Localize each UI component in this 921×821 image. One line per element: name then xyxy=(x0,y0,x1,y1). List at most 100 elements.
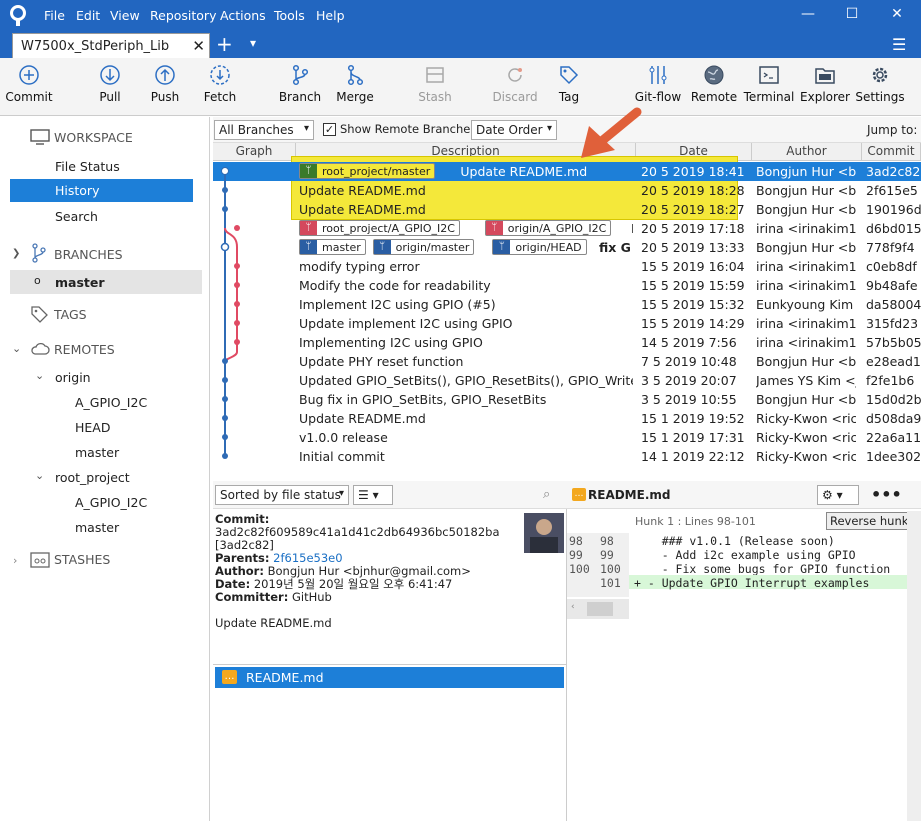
sidebar-item-file-status[interactable]: File Status xyxy=(55,159,120,174)
order-select[interactable]: Date Order ▾ xyxy=(471,120,557,140)
commit-author: Eunkyoung Kim < xyxy=(756,297,856,312)
column-author[interactable]: Author xyxy=(752,143,862,161)
table-row[interactable]: modify typing error 15 5 2019 16:04 irina … xyxy=(213,257,921,276)
tag-button[interactable]: Tag xyxy=(534,64,604,104)
menu-repository[interactable]: Repository xyxy=(150,8,216,23)
sort-select[interactable]: Sorted by file status ▾ xyxy=(215,485,349,505)
menu-file[interactable]: File xyxy=(44,8,65,23)
chevron-down-icon[interactable]: ⌄ xyxy=(35,469,44,482)
remote-branch-item[interactable]: master xyxy=(75,445,119,460)
chevron-down-icon: ▾ xyxy=(338,488,344,499)
merge-button[interactable]: Merge xyxy=(320,64,390,104)
table-row[interactable]: ᛘ master ᛘ origin/master ᛘ origin/HEAD fix G 20… xyxy=(213,238,921,257)
view-mode-select[interactable]: ☰ ▾ xyxy=(353,485,393,505)
table-row[interactable]: v1.0.0 release 15 1 2019 17:31 Ricky-Kwon … xyxy=(213,428,921,447)
diff-line[interactable]: 100 100 - Fix some bugs for GPIO function xyxy=(567,561,907,576)
menu-tools[interactable]: Tools xyxy=(274,8,305,23)
branch-label[interactable]: ᛘ origin/HEAD xyxy=(492,239,587,255)
workspace-header[interactable]: WORKSPACE xyxy=(54,130,133,145)
show-remote-checkbox[interactable]: ✓ xyxy=(323,123,336,136)
remote-branch-item[interactable]: HEAD xyxy=(75,420,110,435)
commit-button[interactable]: Commit xyxy=(0,64,64,104)
menu-actions[interactable]: Actions xyxy=(220,8,266,23)
branch-label[interactable]: ᛘ master xyxy=(299,239,366,255)
stash-button[interactable]: Stash xyxy=(400,64,470,104)
search-icon[interactable]: ⌕ xyxy=(543,487,550,502)
stashes-header[interactable]: STASHES xyxy=(54,552,110,567)
commit-date: 15 5 2019 15:59 xyxy=(641,278,745,293)
column-commit[interactable]: Commit xyxy=(862,143,921,161)
table-row[interactable]: Update PHY reset function 7 5 2019 10:48 B… xyxy=(213,352,921,371)
old-line-number: 100 xyxy=(569,562,590,576)
diff-vscroll[interactable] xyxy=(907,511,921,821)
commit-author: Bongjun Hur <bjn xyxy=(756,164,856,179)
table-row[interactable]: Initial commit 14 1 2019 22:12 Ricky-Kwon … xyxy=(213,447,921,466)
branch-label[interactable]: ᛘ origin/master xyxy=(372,239,475,255)
commit-description: fix G xyxy=(599,240,631,255)
diff-line[interactable]: 101 + - Update GPIO Interrupt examples xyxy=(567,575,907,590)
diff-file-name: README.md xyxy=(588,488,671,502)
table-row[interactable]: Implementing I2C using GPIO 14 5 2019 7:5… xyxy=(213,333,921,352)
diff-options-select[interactable]: ⚙ ▾ xyxy=(817,485,859,505)
merge-icon xyxy=(347,64,364,86)
menu-view[interactable]: View xyxy=(110,8,140,23)
branches-header[interactable]: BRANCHES xyxy=(54,247,123,262)
reverse-hunk-button[interactable]: Reverse hunk xyxy=(826,512,913,530)
table-row[interactable]: Update implement I2C using GPIO 15 5 2019… xyxy=(213,314,921,333)
menu-help[interactable]: Help xyxy=(316,8,345,23)
fetch-button[interactable]: Fetch xyxy=(185,64,255,104)
diff-line[interactable]: 98 98 ### v1.0.1 (Release soon) xyxy=(567,533,907,548)
table-row[interactable]: Update README.md 20 5 2019 18:27 Bongjun H… xyxy=(213,200,921,219)
branch-filter-select[interactable]: All Branches ▾ xyxy=(214,120,314,140)
sidebar-item-history[interactable]: History xyxy=(10,179,193,202)
branch-label[interactable]: ᛘ root_project/A_GPIO_I2C xyxy=(299,220,460,236)
table-row[interactable]: Updated GPIO_SetBits(), GPIO_ResetBits()… xyxy=(213,371,921,390)
annotation-arrow-icon xyxy=(581,107,642,158)
remote-branch-item[interactable]: master xyxy=(75,520,119,535)
more-icon[interactable]: ••• xyxy=(871,485,902,504)
sidebar-item-master[interactable]: o master xyxy=(10,270,202,294)
remotes-header[interactable]: REMOTES xyxy=(54,342,115,357)
close-tab-icon[interactable]: ✕ xyxy=(192,37,205,55)
diff-line[interactable]: 99 99 - Add i2c example using GPIO xyxy=(567,547,907,562)
table-row[interactable]: Update README.md 15 1 2019 19:52 Ricky-Kwo… xyxy=(213,409,921,428)
table-row[interactable]: Implement I2C using GPIO (#5) 15 5 2019 1… xyxy=(213,295,921,314)
settings-button[interactable]: Settings xyxy=(845,64,915,104)
chevron-down-icon[interactable]: ⌄ xyxy=(12,342,21,355)
column-graph[interactable]: Graph xyxy=(213,143,296,161)
tags-header[interactable]: TAGS xyxy=(54,307,87,322)
commit-author: Ricky-Kwon <ricky xyxy=(756,449,856,464)
commit-description: Update PHY reset function xyxy=(299,354,464,369)
remote-branch-item[interactable]: A_GPIO_I2C xyxy=(75,395,147,410)
chevron-down-icon[interactable]: ❯ xyxy=(12,248,20,259)
close-window-icon[interactable]: ✕ xyxy=(887,6,907,22)
cloud-icon xyxy=(31,342,50,355)
menu-edit[interactable]: Edit xyxy=(76,8,100,23)
sidebar-item-search[interactable]: Search xyxy=(55,209,98,224)
parent-hash-link[interactable]: 2f615e53e0 xyxy=(273,551,342,565)
tab-dropdown-icon[interactable]: ▾ xyxy=(250,36,256,50)
diff-hscroll[interactable]: ‹ xyxy=(567,599,629,619)
table-row[interactable]: Update README.md 20 5 2019 18:28 Bongjun H… xyxy=(213,181,921,200)
old-line-number: 98 xyxy=(569,534,583,548)
remote-root-project[interactable]: root_project xyxy=(55,470,130,485)
diff-panel: … README.md ⚙ ▾ ••• Hunk 1 : Lines 98-10… xyxy=(567,481,921,821)
maximize-icon[interactable]: ☐ xyxy=(842,6,862,22)
table-row[interactable]: Modify the code for readability 15 5 2019… xyxy=(213,276,921,295)
chevron-down-icon[interactable]: ⌄ xyxy=(35,369,44,382)
table-row[interactable]: Bug fix in GPIO_SetBits, GPIO_ResetBits 3… xyxy=(213,390,921,409)
remote-branch-item[interactable]: A_GPIO_I2C xyxy=(75,495,147,510)
table-row[interactable]: ᛘ root_project/A_GPIO_I2C ᛘ origin/A_GPIO_I… xyxy=(213,219,921,238)
hamburger-menu-icon[interactable]: ☰ xyxy=(892,35,906,54)
repo-tab[interactable]: W7500x_StdPeriph_Lib ✕ xyxy=(12,33,210,59)
branch-label[interactable]: ᛘ root_project/master xyxy=(299,163,436,179)
monitor-icon xyxy=(30,129,50,145)
new-tab-icon[interactable]: + xyxy=(216,32,233,56)
table-row[interactable]: ᛘ root_project/master Update README.md 20 5… xyxy=(213,162,921,181)
minimize-icon[interactable]: — xyxy=(798,6,818,22)
branch-icon xyxy=(32,243,46,263)
branch-label[interactable]: ᛘ origin/A_GPIO_I2C xyxy=(484,220,612,236)
file-list-item[interactable]: … README.md xyxy=(215,667,564,688)
remote-origin[interactable]: origin xyxy=(55,370,91,385)
chevron-right-icon[interactable]: › xyxy=(13,554,17,567)
